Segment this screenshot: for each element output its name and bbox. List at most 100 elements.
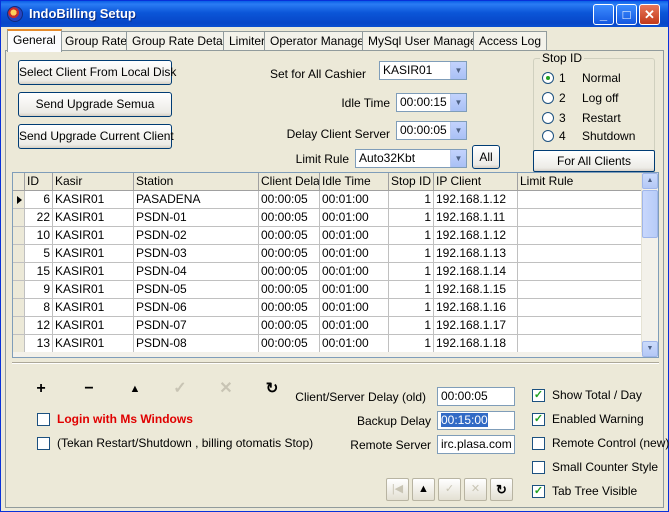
checkbox[interactable] [532,461,545,474]
x-icon[interactable]: ✕ [215,378,237,400]
table-cell[interactable]: 00:00:05 [259,299,320,317]
triangle-up-icon[interactable]: ▲ [124,378,146,400]
refresh-icon[interactable]: ↻ [490,478,513,501]
table-cell[interactable]: 13 [25,335,53,353]
table-cell[interactable]: 00:00:05 [259,209,320,227]
first-record-icon[interactable]: |◀ [386,478,409,501]
row-indicator[interactable] [13,317,25,335]
table-cell[interactable]: 5 [25,245,53,263]
delay-client-server-select[interactable]: 00:00:05 ▼ [396,121,467,140]
table-cell[interactable]: 192.168.1.15 [434,281,518,299]
table-cell[interactable]: 10 [25,227,53,245]
table-cell[interactable]: PSDN-08 [134,335,259,353]
table-cell[interactable]: PSDN-04 [134,263,259,281]
column-header[interactable]: Station [134,173,259,191]
table-cell[interactable]: 192.168.1.13 [434,245,518,263]
table-cell[interactable]: 192.168.1.16 [434,299,518,317]
table-cell[interactable]: 00:00:05 [259,191,320,209]
table-cell[interactable] [518,191,642,209]
table-cell[interactable]: 192.168.1.12 [434,227,518,245]
tab-operator-manager[interactable]: Operator Manager [264,31,375,51]
table-cell[interactable]: 00:00:05 [259,281,320,299]
table-cell[interactable]: 00:01:00 [320,335,389,353]
table-cell[interactable]: 192.168.1.14 [434,263,518,281]
send-upgrade-semua-button[interactable]: Send Upgrade Semua [18,92,172,117]
table-cell[interactable]: 00:01:00 [320,245,389,263]
table-cell[interactable]: 1 [389,263,434,281]
table-cell[interactable] [518,299,642,317]
table-cell[interactable]: KASIR01 [53,191,134,209]
table-cell[interactable] [518,281,642,299]
table-cell[interactable]: 00:01:00 [320,263,389,281]
scroll-up-icon[interactable]: ▲ [642,173,658,189]
row-indicator[interactable] [13,335,25,353]
minimize-button[interactable]: _ [593,4,614,25]
table-cell[interactable]: PSDN-03 [134,245,259,263]
tab-access-log[interactable]: Access Log [473,31,548,51]
table-cell[interactable]: PSDN-02 [134,227,259,245]
checkbox[interactable]: ✓ [532,413,545,426]
table-cell[interactable]: KASIR01 [53,245,134,263]
chevron-down-icon[interactable]: ▼ [450,62,466,79]
table-cell[interactable]: 15 [25,263,53,281]
table-cell[interactable]: PSDN-05 [134,281,259,299]
row-indicator[interactable] [13,281,25,299]
table-cell[interactable]: 6 [25,191,53,209]
radio-button[interactable] [542,72,554,84]
plus-icon[interactable]: + [30,378,52,400]
table-cell[interactable]: 1 [389,227,434,245]
column-header[interactable]: Stop ID [389,173,434,191]
table-cell[interactable]: 9 [25,281,53,299]
refresh-icon[interactable]: ↻ [261,378,283,400]
table-cell[interactable]: KASIR01 [53,299,134,317]
table-cell[interactable]: 22 [25,209,53,227]
checkbox[interactable]: ✓ [532,389,545,402]
x-icon[interactable]: ✕ [464,478,487,501]
tab-general[interactable]: General [7,29,62,52]
table-cell[interactable]: 1 [389,335,434,353]
table-cell[interactable]: 00:00:05 [259,245,320,263]
chevron-down-icon[interactable]: ▼ [450,122,466,139]
table-cell[interactable] [518,227,642,245]
table-cell[interactable]: 192.168.1.12 [434,191,518,209]
close-button[interactable]: ✕ [639,4,660,25]
check-icon[interactable]: ✓ [169,378,191,400]
table-cell[interactable]: KASIR01 [53,209,134,227]
table-cell[interactable] [518,317,642,335]
for-all-clients-button[interactable]: For All Clients [533,150,655,172]
table-cell[interactable]: 00:01:00 [320,299,389,317]
chevron-down-icon[interactable]: ▼ [450,150,466,167]
backup-delay-field[interactable]: 00:15:00 [437,411,515,430]
scroll-thumb[interactable] [642,190,658,238]
vertical-scrollbar[interactable]: ▲ ▼ [641,173,658,357]
table-cell[interactable]: 8 [25,299,53,317]
select-client-button[interactable]: Select Client From Local Disk [18,60,176,85]
send-upgrade-current-button[interactable]: Send Upgrade Current Client [18,124,174,149]
column-header[interactable]: Limit Rule [518,173,642,191]
radio-button[interactable] [542,92,554,104]
tab-group-rate[interactable]: Group Rate [59,31,134,51]
scroll-down-icon[interactable]: ▼ [642,341,658,357]
column-header[interactable]: ID [25,173,53,191]
table-cell[interactable]: 1 [389,317,434,335]
row-indicator[interactable] [13,227,25,245]
triangle-up-icon[interactable]: ▲ [412,478,435,501]
table-cell[interactable] [518,245,642,263]
row-indicator[interactable] [13,263,25,281]
column-header[interactable]: Idle Time [320,173,389,191]
radio-button[interactable] [542,130,554,142]
table-cell[interactable]: 12 [25,317,53,335]
column-header[interactable]: IP Client [434,173,518,191]
idle-time-select[interactable]: 00:00:15 ▼ [396,93,467,112]
clients-grid[interactable]: ID Kasir Station Client Delay Idle Time … [12,172,659,358]
row-indicator[interactable] [13,191,25,209]
table-cell[interactable]: KASIR01 [53,335,134,353]
client-server-delay-field[interactable]: 00:00:05 [437,387,515,406]
minus-icon[interactable]: − [78,378,100,400]
all-button[interactable]: All [472,145,500,169]
row-indicator[interactable] [13,209,25,227]
table-cell[interactable]: 1 [389,209,434,227]
cashier-select[interactable]: KASIR01 ▼ [379,61,467,80]
table-cell[interactable]: 1 [389,299,434,317]
table-cell[interactable] [518,263,642,281]
